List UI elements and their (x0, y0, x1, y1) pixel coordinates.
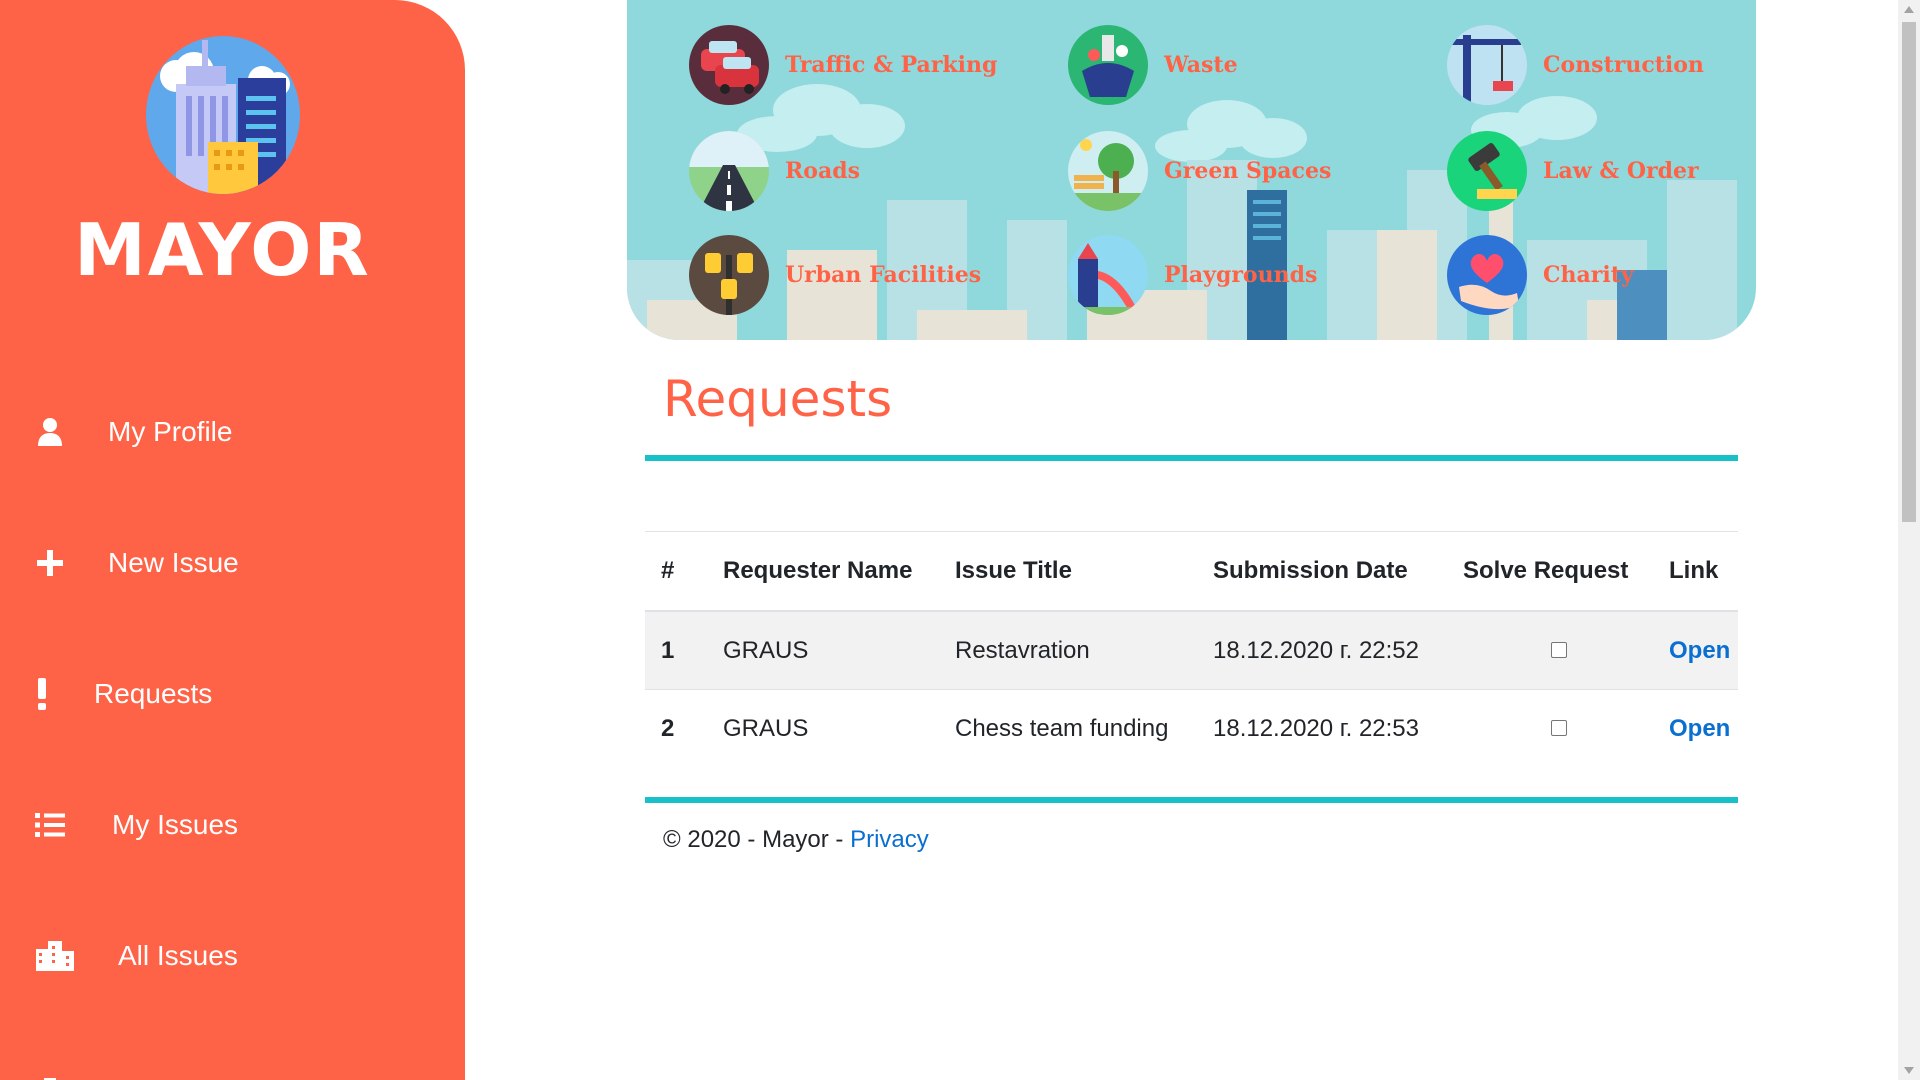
category-law-order[interactable]: Law & Order (1447, 131, 1699, 211)
category-playgrounds[interactable]: Playgrounds (1068, 235, 1317, 315)
sidebar-item-label: New Issue (108, 547, 239, 578)
copyright-text: © 2020 - Mayor - (663, 826, 851, 853)
scroll-up-arrow-icon[interactable] (1904, 6, 1914, 13)
submission-date: 18.12.2020 г. 22:52 (1197, 610, 1447, 690)
column-header-requester: Requester Name (707, 531, 939, 612)
vertical-scrollbar[interactable] (1898, 0, 1920, 1080)
briefcase-icon (34, 1072, 66, 1080)
solve-request-cell (1447, 610, 1653, 690)
category-label: Traffic & Parking (785, 52, 998, 78)
gavel-icon (1447, 131, 1527, 211)
sidebar: MAYOR My Profile New Issue Requests My I… (0, 0, 465, 1080)
list-icon (34, 809, 66, 841)
sidebar-item-requests[interactable]: Requests (0, 649, 465, 739)
table-header-row: # Requester Name Issue Title Submission … (645, 531, 1738, 612)
footer: © 2020 - Mayor - Privacy (663, 826, 929, 854)
open-link[interactable]: Open (1669, 637, 1730, 664)
scrollbar-thumb[interactable] (1902, 22, 1916, 522)
sidebar-item-partial[interactable] (0, 1050, 465, 1080)
issue-title: Restavration (939, 610, 1197, 690)
column-header-solve: Solve Request (1447, 531, 1653, 612)
category-label: Playgrounds (1164, 262, 1318, 288)
waste-icon (1068, 25, 1148, 105)
sidebar-item-my-profile[interactable]: My Profile (0, 387, 465, 477)
privacy-link[interactable]: Privacy (850, 826, 929, 853)
column-header-title: Issue Title (939, 531, 1197, 612)
sidebar-item-label: My Issues (112, 809, 239, 840)
row-number: 2 (645, 689, 707, 767)
requests-table: # Requester Name Issue Title Submission … (645, 531, 1738, 767)
table-row: 2 GRAUS Chess team funding 18.12.2020 г.… (645, 689, 1738, 767)
category-label: Urban Facilities (785, 262, 982, 288)
category-label: Law & Order (1543, 158, 1699, 184)
solve-request-checkbox[interactable] (1551, 641, 1567, 658)
plus-icon (34, 547, 66, 579)
open-link[interactable]: Open (1669, 715, 1730, 742)
category-label: Waste (1164, 52, 1238, 78)
category-roads[interactable]: Roads (689, 131, 860, 211)
sidebar-item-my-issues[interactable]: My Issues (0, 780, 465, 870)
category-banner: Traffic & Parking Waste Construction Roa… (627, 0, 1756, 340)
street-lamp-icon (689, 235, 769, 315)
table-row: 1 GRAUS Restavration 18.12.2020 г. 22:52… (645, 610, 1738, 690)
slide-icon (1068, 235, 1148, 315)
page-title: Requests (663, 370, 893, 428)
sidebar-item-all-issues[interactable]: All Issues (0, 911, 465, 1001)
category-label: Green Spaces (1164, 158, 1332, 184)
column-header-link: Link (1653, 531, 1738, 612)
sidebar-item-new-issue[interactable]: New Issue (0, 518, 465, 608)
solve-request-cell (1447, 689, 1653, 767)
link-cell: Open (1653, 689, 1738, 767)
submission-date: 18.12.2020 г. 22:53 (1197, 689, 1447, 767)
scroll-down-arrow-icon[interactable] (1904, 1067, 1914, 1074)
category-construction[interactable]: Construction (1447, 25, 1704, 105)
category-charity[interactable]: Charity (1447, 235, 1634, 315)
category-label: Charity (1543, 262, 1634, 288)
brand-title: MAYOR (74, 208, 371, 292)
link-cell: Open (1653, 610, 1738, 690)
requester-name: GRAUS (707, 610, 939, 690)
user-icon (34, 416, 66, 448)
crane-icon (1447, 25, 1527, 105)
road-icon (689, 131, 769, 211)
tree-icon (1068, 131, 1148, 211)
category-urban-facilities[interactable]: Urban Facilities (689, 235, 981, 315)
column-header-date: Submission Date (1197, 531, 1447, 612)
category-waste[interactable]: Waste (1068, 25, 1238, 105)
heart-hands-icon (1447, 235, 1527, 315)
sidebar-item-label: Requests (94, 678, 213, 709)
city-logo-icon (146, 36, 300, 194)
requester-name: GRAUS (707, 689, 939, 767)
car-icon (689, 25, 769, 105)
sidebar-item-label: My Profile (108, 416, 233, 447)
category-green-spaces[interactable]: Green Spaces (1068, 131, 1331, 211)
exclamation-icon (26, 678, 58, 710)
row-number: 1 (645, 610, 707, 690)
sidebar-item-label: All Issues (118, 940, 238, 971)
category-label: Construction (1543, 52, 1704, 78)
solve-request-checkbox[interactable] (1551, 719, 1567, 736)
column-header-num: # (645, 531, 707, 612)
city-icon (36, 940, 74, 972)
category-label: Roads (785, 158, 860, 184)
title-divider (645, 455, 1738, 461)
category-traffic-parking[interactable]: Traffic & Parking (689, 25, 997, 105)
footer-divider (645, 797, 1738, 803)
issue-title: Chess team funding (939, 689, 1197, 767)
